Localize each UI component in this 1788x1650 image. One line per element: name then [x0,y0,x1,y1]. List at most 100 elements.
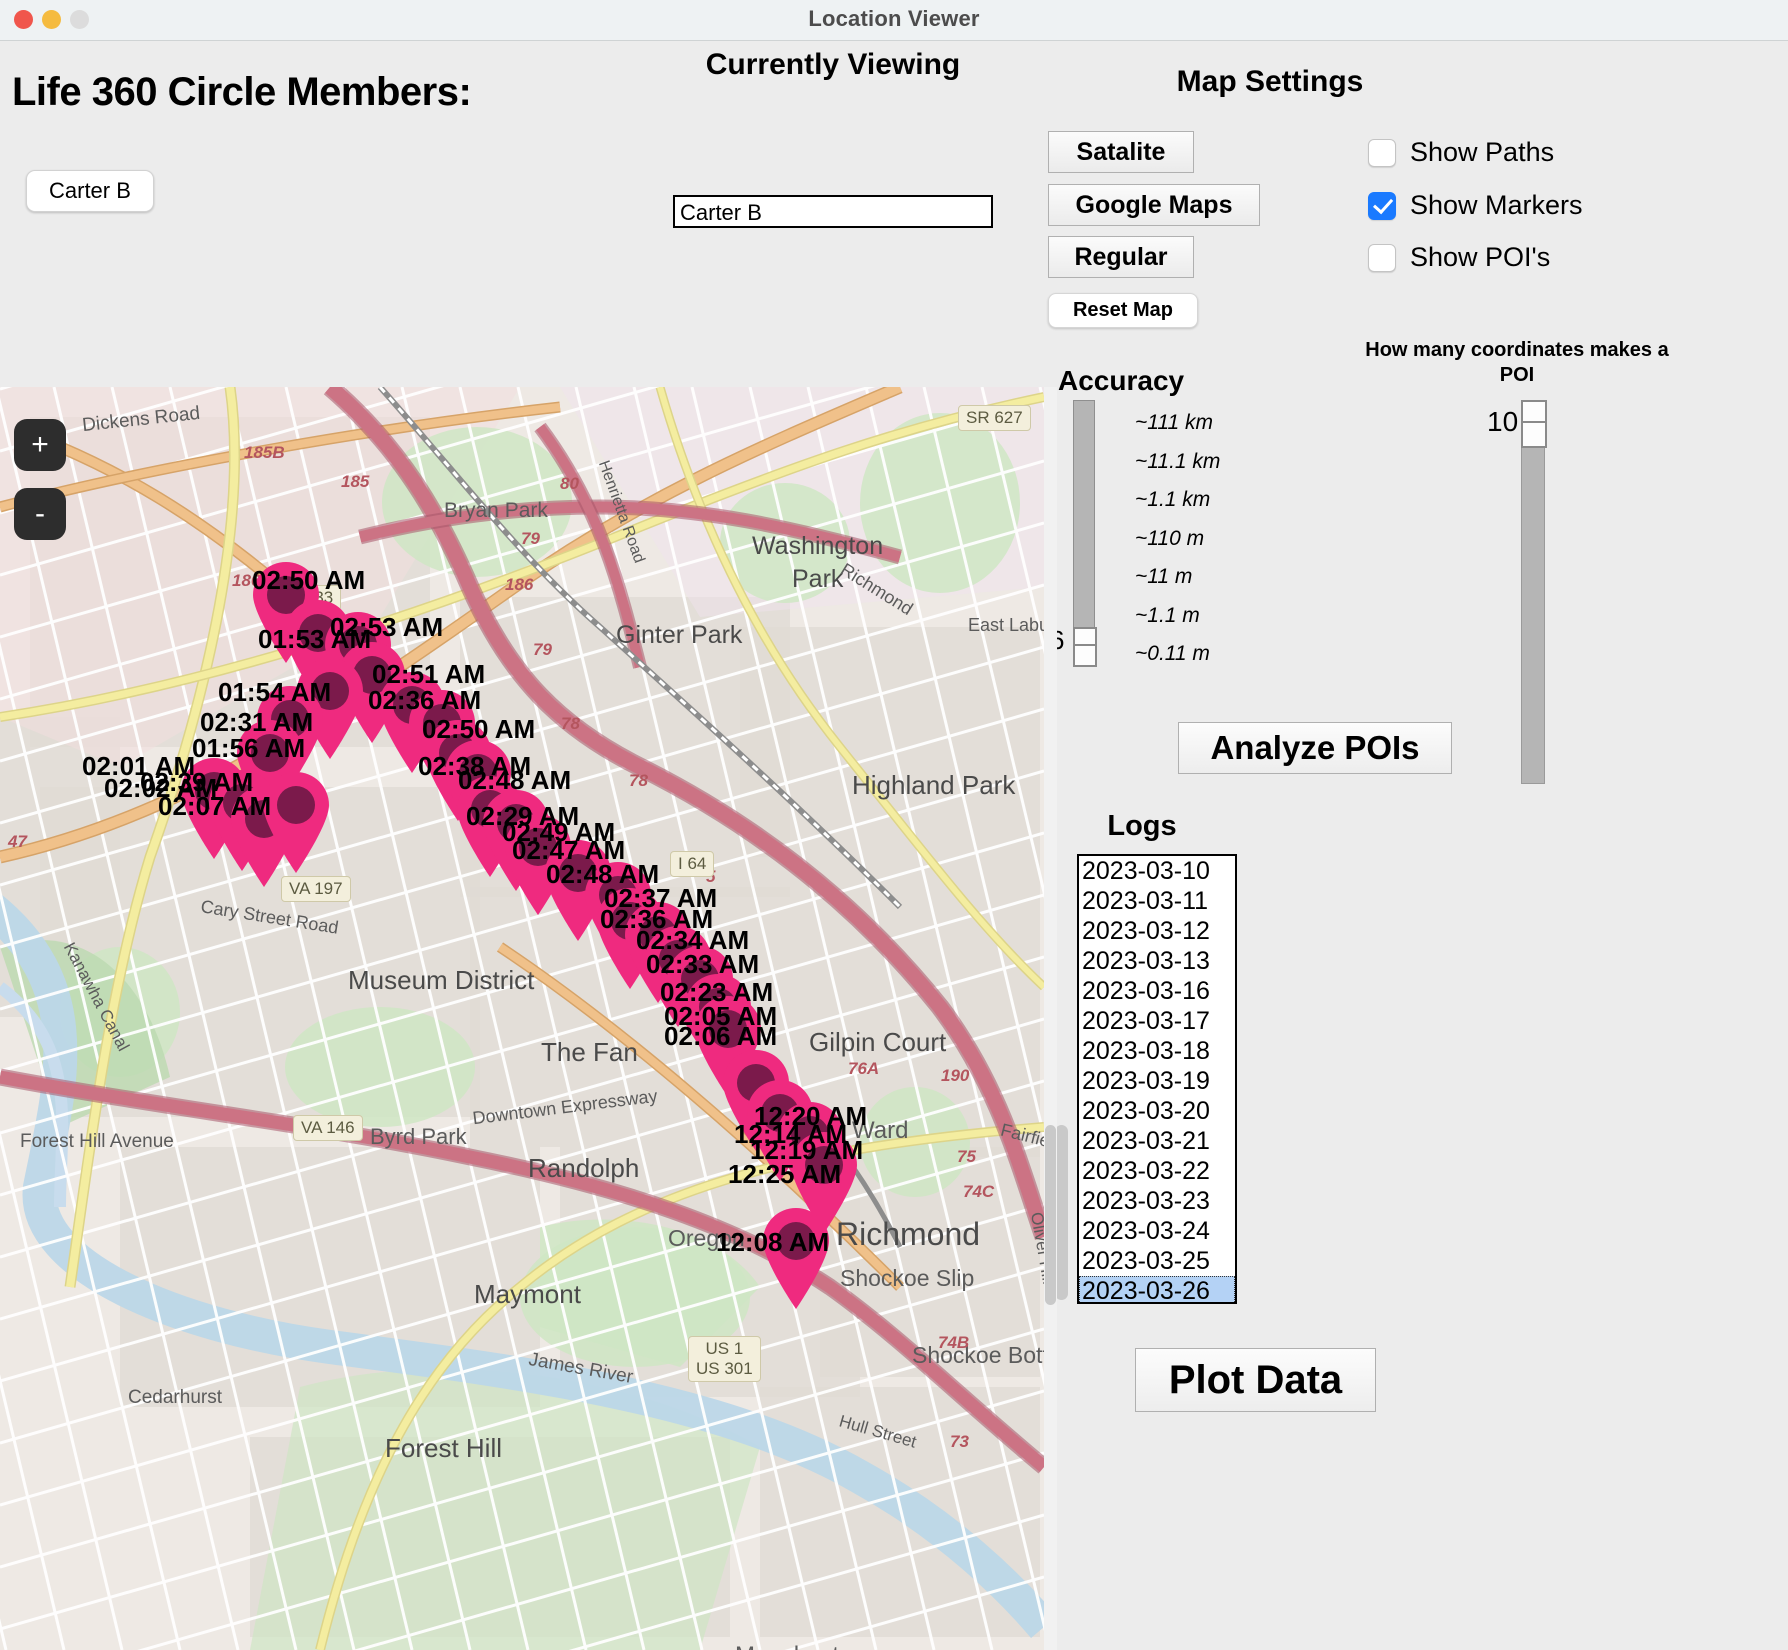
poi-value: 10 [1487,406,1519,437]
map-place-label: Randolph [528,1153,640,1183]
map-scrollbar-thumb[interactable] [1045,1125,1056,1305]
accuracy-tick: ~0.11 m [1135,642,1210,665]
map-place-label: Manchester [735,1642,860,1650]
log-item[interactable]: 2023-03-13 [1079,946,1235,976]
log-item[interactable]: 2023-03-23 [1079,1186,1235,1216]
map-marker-time-label: 02:33 AM [646,949,760,979]
map-settings-heading: Map Settings [1176,65,1364,98]
log-item[interactable]: 2023-03-19 [1079,1066,1235,1096]
map-marker-time-label: 01:56 AM [192,733,306,763]
log-item[interactable]: 2023-03-18 [1079,1036,1235,1066]
map-place-label: Washington [752,532,884,560]
map-marker-time-label: 01:54 AM [218,677,332,707]
members-heading: Life 360 Circle Members: [12,70,472,114]
accuracy-tick: ~110 m [1135,526,1205,550]
log-item[interactable]: 2023-03-20 [1079,1096,1235,1126]
log-item[interactable]: 2023-03-25 [1079,1246,1235,1276]
log-item[interactable]: 2023-03-21 [1079,1126,1235,1156]
show-markers-label: Show Markers [1410,190,1583,220]
map-route-number: 80 [560,474,579,493]
accuracy-tick: ~1.1 km [1135,488,1211,511]
map-route-shield: VA 146 [293,1115,363,1141]
map-route-number: 186 [505,575,534,594]
log-item[interactable]: 2023-03-22 [1079,1156,1235,1186]
regular-button[interactable]: Regular [1048,236,1194,278]
map-place-label: Highland Park [852,770,1016,800]
analyze-pois-button[interactable]: Analyze POIs [1178,722,1452,774]
show-markers-row[interactable]: Show Markers [1368,190,1583,221]
zoom-out-button[interactable]: - [14,488,66,540]
log-item[interactable]: 2023-03-17 [1079,1006,1235,1036]
map-place-label: Maymont [474,1279,581,1309]
map-route-number: 185B [244,443,285,462]
map-route-shield: I 64 [670,851,715,877]
map-route-number: 47 [8,832,27,851]
show-paths-checkbox[interactable] [1368,138,1396,167]
accuracy-tick: ~11 m [1135,565,1193,588]
show-paths-row[interactable]: Show Paths [1368,137,1554,168]
map-route-number: 76A [848,1059,880,1078]
map-place-label: Forest Hill [385,1433,503,1463]
app-window: Location Viewer Life 360 Circle Members:… [0,0,1788,1650]
map-marker-time-label: 02:39 AM [140,767,254,797]
logs-listbox[interactable]: 2023-03-10 2023-03-11 2023-03-12 2023-03-13… [1077,854,1237,1304]
map-route-number: 79 [521,529,540,548]
currently-viewing-heading: Currently Viewing [705,48,961,81]
zoom-in-button[interactable]: + [14,419,66,471]
poi-slider-heading: How many coordinates makes a POI [1365,339,1669,386]
member-button-carter-b[interactable]: Carter B [26,170,154,212]
map-route-number: 74B [938,1333,970,1352]
show-pois-checkbox[interactable] [1368,243,1396,272]
map-marker-time-label: 12:25 AM [728,1159,842,1189]
accuracy-tick: ~1.1 m [1135,603,1200,627]
map-place-label: The Fan [541,1037,638,1067]
accuracy-slider-track[interactable] [1073,400,1095,660]
map-place-label: Gilpin Court [809,1027,947,1057]
logs-heading: Logs [1107,810,1177,842]
map-route-number: 190 [941,1066,970,1085]
map-route-number: 185 [341,472,370,491]
poi-slider-thumb[interactable] [1521,400,1547,448]
map-marker-time-label: 02:53 AM [330,612,444,642]
map-canvas[interactable]: + - Dickens Road Bryan Park Washington Park… [0,387,1044,1650]
map-marker-time-label: 02:48 AM [458,765,572,795]
map-route-number: 79 [533,640,552,659]
accuracy-tick-list: ~111 km ~11.1 km ~1.1 km ~110 m ~11 m ~1… [1135,404,1315,674]
log-item[interactable]: 2023-03-11 [1079,886,1235,916]
map-place-label: Shockoe Botto [912,1342,1044,1368]
map-route-number: 75 [957,1147,976,1166]
map-place-label: Museum District [348,965,535,995]
log-item[interactable]: 2023-03-26 [1079,1276,1235,1302]
show-markers-checkbox[interactable] [1368,191,1396,220]
map-place-label: East Laburnum [968,615,1044,635]
google-maps-button[interactable]: Google Maps [1048,184,1260,226]
log-item[interactable]: 2023-03-24 [1079,1216,1235,1246]
map-marker-time-label: 12:08 AM [716,1227,830,1257]
accuracy-tick: ~11.1 km [1135,449,1221,473]
map-route-number: 74C [963,1182,995,1201]
plot-data-button[interactable]: Plot Data [1135,1348,1376,1412]
satellite-button[interactable]: Satalite [1048,131,1194,173]
map-place-label: Park [792,565,844,593]
currently-viewing-input[interactable]: Carter B [673,195,993,228]
show-pois-row[interactable]: Show POI's [1368,242,1550,273]
map-route-number: 78 [561,714,580,733]
show-paths-label: Show Paths [1410,137,1555,167]
show-pois-label: Show POI's [1410,242,1551,272]
map-place-label: Forest Hill Avenue [20,1131,174,1152]
log-item[interactable]: 2023-03-10 [1079,856,1235,886]
log-item[interactable]: 2023-03-12 [1079,916,1235,946]
reset-map-button[interactable]: Reset Map [1048,293,1198,328]
log-item[interactable]: 2023-03-16 [1079,976,1235,1006]
map-route-shield: SR 627 [958,405,1031,431]
map-place-label: Byrd Park [370,1124,467,1149]
map-route-number: 78 [629,771,648,790]
window-title: Location Viewer [808,6,980,31]
accuracy-heading: Accuracy [1058,365,1185,396]
title-bar: Location Viewer [0,0,1788,41]
poi-slider-track[interactable] [1521,400,1545,784]
map-place-label: Cedarhurst [128,1387,222,1408]
map-scrollbar[interactable] [1044,387,1057,1650]
map-marker-time-label: 02:50 AM [422,714,536,744]
accuracy-slider-thumb[interactable] [1073,627,1097,667]
